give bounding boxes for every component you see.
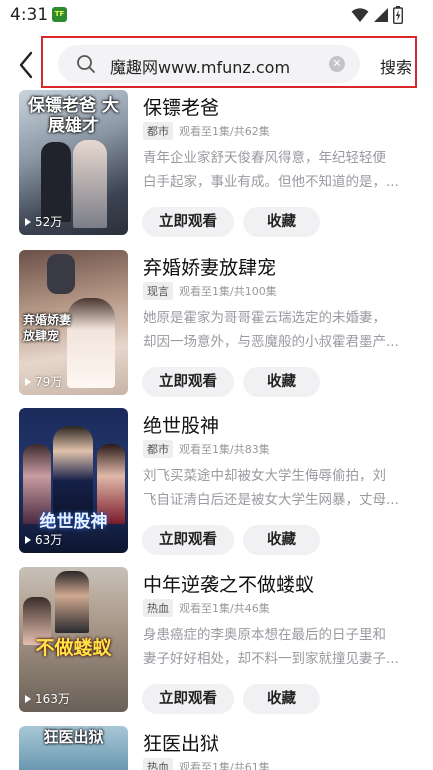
desc-line: 飞自证清白后还是被女大学生网暴，丈母...: [143, 492, 399, 508]
watch-progress: 观看至1集/共46集: [179, 602, 270, 615]
desc-line: 妻子好好相处，却不料一到家就撞见妻子...: [143, 651, 399, 667]
drama-cover[interactable]: 不做蝼蚁 163万: [19, 567, 128, 712]
clear-icon[interactable]: ✕: [329, 56, 345, 72]
desc-line: 却因一场意外，与恶魔般的小叔霍君墨产...: [143, 334, 399, 350]
cover-title: 不做蝼蚁: [35, 637, 112, 659]
drama-title[interactable]: 保镖老爸: [143, 93, 219, 120]
view-count: 63万: [25, 531, 62, 548]
watch-now-button[interactable]: 立即观看: [142, 684, 234, 714]
status-icons: [351, 6, 403, 24]
play-icon: [25, 694, 31, 703]
cover-title: 绝世股神: [39, 512, 108, 532]
cover-figure: [73, 140, 107, 228]
search-button[interactable]: 搜索: [380, 54, 412, 78]
watch-progress: 观看至1集/共83集: [179, 443, 270, 456]
desc-line: 刘飞买菜途中却被女大学生侮辱偷拍，刘: [143, 468, 386, 484]
drama-title[interactable]: 中年逆袭之不做蝼蚁: [143, 570, 314, 597]
view-count: 163万: [25, 690, 70, 707]
drama-description: 刘飞买菜途中却被女大学生侮辱偷拍，刘 飞自证清白后还是被女大学生网暴，丈母...: [143, 464, 415, 512]
signal-icon: [374, 8, 388, 22]
list-item[interactable]: 不做蝼蚁 163万 中年逆袭之不做蝼蚁 热血 观看至1集/共46集 身患癌症的李…: [0, 567, 433, 727]
cover-figure: [53, 426, 93, 526]
search-query-text[interactable]: 魔趣网www.mfunz.com: [110, 54, 290, 78]
search-icon: [77, 55, 95, 73]
list-item[interactable]: 绝世股神 63万 绝世股神 都市 观看至1集/共83集 刘飞买菜途中却被女大学生…: [0, 408, 433, 568]
desc-line: 她原是霍家为哥哥霍云瑞选定的未婚妻，: [143, 310, 386, 326]
drama-title[interactable]: 狂医出狱: [143, 729, 219, 756]
cover-title: 弃婚娇妻放肆宠: [23, 313, 72, 343]
watch-progress: 观看至1集/共62集: [179, 125, 270, 138]
drama-cover[interactable]: 绝世股神 63万: [19, 408, 128, 553]
drama-title[interactable]: 绝世股神: [143, 411, 219, 438]
battery-icon: [393, 6, 403, 24]
watch-progress: 观看至1集/共100集: [179, 285, 277, 298]
drama-description: 青年企业家舒天俊春风得意，年纪轻轻便 白手起家，事业有成。但他不知道的是，...: [143, 146, 415, 194]
cover-figure: [55, 571, 89, 633]
list-item[interactable]: 狂医出狱 狂医出狱 热血 观看至1集/共61集: [0, 726, 433, 770]
cover-figure: [41, 142, 71, 222]
drama-meta: 都市 观看至1集/共62集: [143, 122, 270, 140]
status-time: 4:31: [10, 5, 49, 25]
play-icon: [25, 535, 31, 544]
list-item[interactable]: 保镖老爸 大展雄才 52万 保镖老爸 都市 观看至1集/共62集 青年企业家舒天…: [0, 90, 433, 250]
cover-title: 保镖老爸 大展雄才: [28, 96, 119, 136]
drama-cover[interactable]: 保镖老爸 大展雄才 52万: [19, 90, 128, 235]
drama-cover[interactable]: 弃婚娇妻放肆宠 79万: [19, 250, 128, 395]
genre-tag: 都市: [143, 122, 173, 140]
back-arrow-icon[interactable]: [14, 50, 40, 80]
collect-button[interactable]: 收藏: [243, 207, 320, 237]
collect-button[interactable]: 收藏: [243, 525, 320, 555]
watch-now-button[interactable]: 立即观看: [142, 525, 234, 555]
watch-now-button[interactable]: 立即观看: [142, 207, 234, 237]
genre-tag: 现言: [143, 282, 173, 300]
drama-meta: 都市 观看至1集/共83集: [143, 440, 270, 458]
view-count: 52万: [25, 213, 62, 230]
genre-tag: 热血: [143, 599, 173, 617]
genre-tag: 热血: [143, 758, 173, 770]
drama-meta: 热血 观看至1集/共46集: [143, 599, 270, 617]
app-notification-icon: TF: [52, 7, 67, 22]
play-icon: [25, 377, 31, 386]
desc-line: 身患癌症的李奥原本想在最后的日子里和: [143, 627, 386, 643]
play-icon: [25, 217, 31, 226]
drama-description: 身患癌症的李奥原本想在最后的日子里和 妻子好好相处，却不料一到家就撞见妻子...: [143, 623, 415, 671]
desc-line: 青年企业家舒天俊春风得意，年纪轻轻便: [143, 150, 386, 166]
collect-button[interactable]: 收藏: [243, 684, 320, 714]
drama-meta: 现言 观看至1集/共100集: [143, 282, 277, 300]
view-count: 79万: [25, 373, 62, 390]
drama-title[interactable]: 弃婚娇妻放肆宠: [143, 253, 276, 280]
drama-meta: 热血 观看至1集/共61集: [143, 758, 270, 770]
watch-progress: 观看至1集/共61集: [179, 761, 270, 770]
genre-tag: 都市: [143, 440, 173, 458]
status-bar: 4:31 TF: [0, 0, 433, 30]
drama-cover[interactable]: 狂医出狱: [19, 726, 128, 770]
watch-now-button[interactable]: 立即观看: [142, 367, 234, 397]
collect-button[interactable]: 收藏: [243, 367, 320, 397]
search-input[interactable]: 魔趣网www.mfunz.com ✕: [58, 45, 360, 83]
wifi-icon: [351, 8, 369, 22]
cover-figure: [47, 254, 75, 294]
search-bar: 魔趣网www.mfunz.com ✕ 搜索: [0, 34, 433, 94]
drama-description: 她原是霍家为哥哥霍云瑞选定的未婚妻， 却因一场意外，与恶魔般的小叔霍君墨产...: [143, 306, 415, 354]
list-item[interactable]: 弃婚娇妻放肆宠 79万 弃婚娇妻放肆宠 现言 观看至1集/共100集 她原是霍家…: [0, 250, 433, 410]
cover-title: 狂医出狱: [43, 728, 104, 746]
desc-line: 白手起家，事业有成。但他不知道的是，...: [143, 174, 399, 190]
